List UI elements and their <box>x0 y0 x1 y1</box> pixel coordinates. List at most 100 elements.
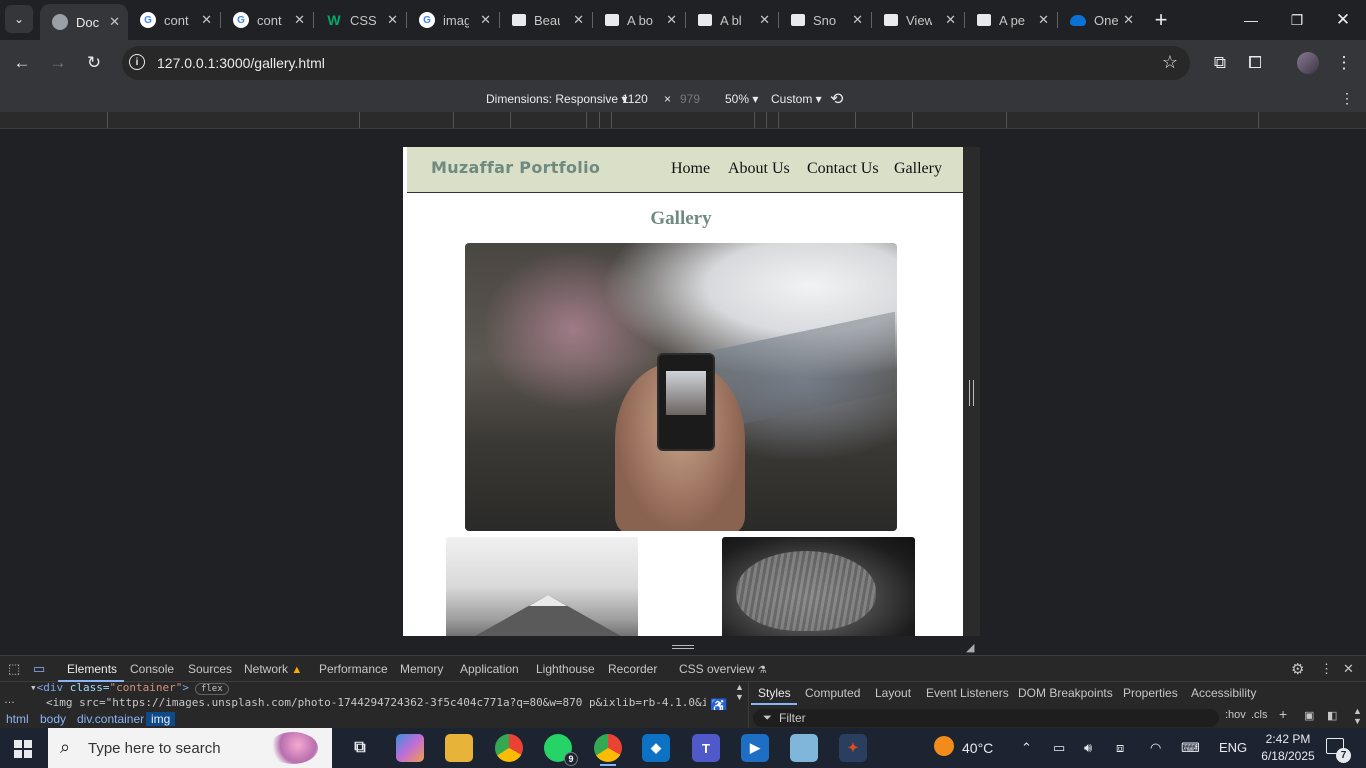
profile-avatar[interactable] <box>1297 52 1319 74</box>
devtools-tab-performance[interactable]: Performance <box>319 662 388 676</box>
minimize-button[interactable]: — <box>1228 0 1274 40</box>
tool-app-icon[interactable]: ✦ <box>839 734 867 762</box>
inspect-element-icon[interactable]: ⬚ <box>8 661 20 677</box>
forward-button[interactable]: → <box>44 49 72 77</box>
reload-button[interactable]: ↻ <box>80 49 108 77</box>
cast-icon[interactable]: ⧉ <box>1206 49 1234 77</box>
devtools-tab-network[interactable]: Network ▲ <box>244 662 302 676</box>
hov-toggle[interactable]: :hov <box>1225 709 1246 721</box>
browser-tab-12[interactable]: One ✕ <box>1058 0 1142 40</box>
url-text[interactable]: 127.0.0.1:3000/gallery.html <box>157 55 325 71</box>
resize-handle-corner[interactable]: ◢ <box>966 641 974 654</box>
viewport-height-input[interactable]: 979 <box>680 92 700 106</box>
flex-badge[interactable]: flex <box>194 683 229 695</box>
tab-dom-breakpoints[interactable]: DOM Breakpoints <box>1018 686 1113 700</box>
site-brand[interactable]: Muzaffar Portfolio <box>431 158 600 177</box>
tab-computed[interactable]: Computed <box>805 686 860 700</box>
browser-menu-icon[interactable]: ⋮ <box>1330 49 1358 77</box>
extensions-icon[interactable]: ⧠ <box>1241 49 1269 77</box>
back-button[interactable]: ← <box>8 49 36 77</box>
vscode-icon[interactable]: ◆ <box>642 734 670 762</box>
taskbar-clock[interactable]: 2:42 PM 6/18/2025 <box>1256 731 1320 765</box>
tray-overflow-chevron-icon[interactable]: ⌃ <box>1021 740 1032 756</box>
language-indicator[interactable]: ENG <box>1219 740 1247 755</box>
sidebar-toggle-icon[interactable]: ◧ <box>1327 709 1337 722</box>
meet-now-icon[interactable]: ⧈ <box>1116 740 1124 756</box>
tab-event-listeners[interactable]: Event Listeners <box>926 686 1009 700</box>
gallery-image-leaf[interactable] <box>722 537 915 636</box>
devtools-tab-console[interactable]: Console <box>130 662 174 676</box>
device-toolbar-toggle-icon[interactable]: ▭ <box>33 661 45 677</box>
tab-search-chevron-icon[interactable]: ⌄ <box>5 5 33 33</box>
close-tab-icon[interactable]: ✕ <box>387 12 398 28</box>
devtools-close-icon[interactable]: ✕ <box>1343 661 1354 677</box>
nav-link-gallery[interactable]: Gallery <box>894 160 942 178</box>
close-tab-icon[interactable]: ✕ <box>294 12 305 28</box>
nav-link-home[interactable]: Home <box>671 160 710 178</box>
close-tab-icon[interactable]: ✕ <box>852 12 863 28</box>
cls-toggle[interactable]: .cls <box>1251 709 1268 721</box>
breadcrumb-html[interactable]: html <box>6 712 29 726</box>
new-style-rule-icon[interactable]: + <box>1279 706 1287 722</box>
keyboard-icon[interactable]: ⌨ <box>1181 740 1200 756</box>
whatsapp-icon[interactable]: 9 <box>544 734 578 766</box>
close-window-button[interactable]: ✕ <box>1320 0 1366 40</box>
new-tab-button[interactable]: + <box>1150 6 1172 34</box>
breadcrumb-img[interactable]: img <box>146 712 176 726</box>
browser-tab-8[interactable]: A bl ✕ <box>686 0 778 40</box>
close-tab-icon[interactable]: ✕ <box>201 12 212 28</box>
viewport-width-input[interactable]: 1120 <box>622 92 648 106</box>
chrome-icon[interactable] <box>495 734 523 762</box>
close-tab-icon[interactable]: ✕ <box>1038 12 1049 28</box>
browser-tab-4[interactable]: W CSS ✕ <box>314 0 406 40</box>
close-tab-icon[interactable]: ✕ <box>666 12 677 28</box>
expand-triangle-icon[interactable]: ▾ <box>30 681 37 694</box>
browser-tab-10[interactable]: View ✕ <box>872 0 964 40</box>
file-explorer-icon[interactable] <box>445 734 473 762</box>
browser-tab-6[interactable]: Beau ✕ <box>500 0 592 40</box>
close-tab-icon[interactable]: ✕ <box>945 12 956 28</box>
dom-scroll-arrows-icon[interactable]: ▲ ▼ <box>735 682 744 702</box>
restore-button[interactable]: ❐ <box>1274 0 1320 40</box>
devtools-tab-elements[interactable]: Elements <box>67 662 117 676</box>
screen-sketch-icon[interactable]: ▶ <box>741 734 769 762</box>
gallery-image-camera[interactable] <box>465 243 897 531</box>
browser-tab-5[interactable]: G imag ✕ <box>407 0 499 40</box>
browser-tab-1[interactable]: Doc ✕ <box>40 4 128 40</box>
tab-styles[interactable]: Styles <box>758 686 791 700</box>
devtools-tab-sources[interactable]: Sources <box>188 662 232 676</box>
taskbar-search-box[interactable]: ⌕ Type here to search <box>48 728 332 768</box>
close-tab-icon[interactable]: ✕ <box>1123 12 1134 28</box>
browser-tab-3[interactable]: G cont ✕ <box>221 0 313 40</box>
device-toolbar-menu-icon[interactable]: ⋮ <box>1340 90 1354 107</box>
volume-icon[interactable]: 🔊︎ <box>1084 740 1092 756</box>
battery-icon[interactable]: ▭ <box>1053 740 1065 756</box>
browser-tab-7[interactable]: A bo ✕ <box>593 0 685 40</box>
devtools-menu-icon[interactable]: ⋮ <box>1320 661 1333 677</box>
rotate-icon[interactable]: ⟲ <box>830 89 843 109</box>
address-bar[interactable]: i 127.0.0.1:3000/gallery.html ☆ <box>122 46 1190 80</box>
gallery-image-mountain[interactable] <box>446 537 638 636</box>
browser-tab-2[interactable]: G cont ✕ <box>128 0 220 40</box>
bookmark-star-icon[interactable]: ☆ <box>1162 52 1178 73</box>
weather-icon[interactable] <box>934 736 954 756</box>
chrome-profile-icon[interactable] <box>594 734 622 766</box>
paint-toggle-icon[interactable]: ▣ <box>1304 709 1314 722</box>
dimensions-dropdown[interactable]: Dimensions: Responsive ▾ <box>486 92 627 106</box>
breadcrumb-div-container[interactable]: div.container <box>77 712 144 726</box>
nav-link-contact[interactable]: Contact Us <box>807 160 879 178</box>
resize-handle-right[interactable] <box>969 380 974 406</box>
close-tab-icon[interactable]: ✕ <box>573 12 584 28</box>
tab-properties[interactable]: Properties <box>1123 686 1178 700</box>
browser-tab-9[interactable]: Sno ✕ <box>779 0 871 40</box>
devtools-settings-gear-icon[interactable]: ⚙ <box>1291 660 1304 678</box>
close-tab-icon[interactable]: ✕ <box>759 12 770 28</box>
devtools-tab-recorder[interactable]: Recorder <box>608 662 657 676</box>
devtools-tab-memory[interactable]: Memory <box>400 662 443 676</box>
devtools-tab-application[interactable]: Application <box>460 662 519 676</box>
throttle-dropdown[interactable]: Custom ▾ <box>771 92 822 106</box>
tab-layout[interactable]: Layout <box>875 686 911 700</box>
windows-start-icon[interactable] <box>14 740 32 758</box>
dom-tree-node-container[interactable]: ▾<div class="container"> flex <box>30 681 229 695</box>
tab-accessibility[interactable]: Accessibility <box>1191 686 1256 700</box>
